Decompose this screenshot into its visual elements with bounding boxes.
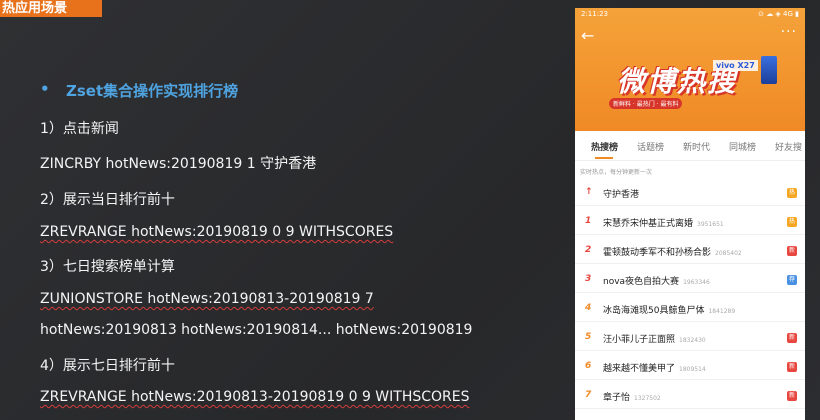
item-count: 2085402 [715, 250, 742, 257]
list-item[interactable]: ↑ 守护香港 热 [575, 181, 805, 206]
item-count: 1832430 [679, 337, 706, 344]
item-count: 1963346 [683, 279, 710, 286]
status-badge: 热 [787, 188, 797, 198]
tab-topics[interactable]: 话题榜 [637, 140, 664, 153]
item-title: nova夜色自拍大赛 1963346 [603, 277, 710, 287]
status-badge: 荐 [787, 275, 797, 285]
bullet-dot-icon: • [40, 80, 50, 98]
command-zincrby: ZINCRBY hotNews:20190819 1 守护香港 [40, 156, 317, 172]
list-subtitle: 实时热点，每分钟更新一次 [580, 169, 653, 176]
item-count: 1809514 [679, 366, 706, 373]
hot-search-banner: 微博热搜 vivo X27 新鲜料 · 最热门 · 最有料 [603, 56, 783, 118]
rank-number: 6 [585, 361, 592, 371]
list-item[interactable]: 1 宋慧乔宋仲基正式离婚 3951651 热 [575, 210, 805, 235]
status-time: 2:11:23 [581, 10, 608, 18]
rank-number: 1 [585, 216, 592, 226]
item-count: 3951651 [697, 221, 724, 228]
phone-header: 2:11:23 ⊙ ☁ ◈ 4G ▮ ← ··· 微博热搜 vivo X27 新… [575, 8, 805, 131]
weibo-hot-search-screenshot: 2:11:23 ⊙ ☁ ◈ 4G ▮ ← ··· 微博热搜 vivo X27 新… [575, 8, 805, 420]
rank-number: 3 [585, 274, 592, 284]
list-item[interactable]: 3 nova夜色自拍大赛 1963346 荐 [575, 268, 805, 293]
item-title: 汪小菲儿子正面照 1832430 [603, 335, 706, 345]
step-4-label: 4）展示七日排行前十 [40, 358, 175, 374]
list-item[interactable]: 6 越来越不懂美甲了 1809514 新 [575, 355, 805, 380]
item-title: 越来越不懂美甲了 1809514 [603, 364, 706, 374]
banner-subtitle: 新鲜料 · 最热门 · 最有料 [609, 98, 683, 109]
phone-product-image [761, 56, 777, 84]
rank-number: 4 [585, 303, 592, 313]
bullet-heading-text: Zset集合操作实现排行榜 [66, 82, 239, 100]
slide-title-tab: 热应用场景 [0, 0, 102, 17]
item-title: 章子怡 1327502 [603, 393, 661, 403]
list-item[interactable]: 7 章子怡 1327502 新 [575, 384, 805, 409]
ranking-tabs: 热搜榜 话题榜 新时代 同城榜 好友搜 [575, 131, 805, 161]
item-count: 1841289 [708, 308, 736, 315]
step-3-label: 3）七日搜索榜单计算 [40, 259, 175, 275]
arrow-left-icon[interactable]: ← [581, 26, 594, 45]
item-count: 1327502 [634, 395, 661, 402]
rank-number: 5 [585, 332, 592, 342]
tab-friends[interactable]: 好友搜 [775, 140, 802, 153]
status-badge: 新 [787, 391, 797, 401]
tab-new-era[interactable]: 新时代 [683, 140, 710, 153]
banner-brand: vivo X27 [713, 60, 758, 71]
item-title: 冰岛海滩现50具鲸鱼尸体 1841289 [603, 306, 736, 316]
command-zunionstore-keys: hotNews:20190813 hotNews:20190814... hot… [40, 322, 473, 338]
status-badge: 热 [787, 217, 797, 227]
status-icons: ⊙ ☁ ◈ 4G ▮ [758, 10, 799, 18]
more-dots-icon[interactable]: ··· [781, 24, 797, 40]
command-zunionstore: ZUNIONSTORE hotNews:20190813-20190819 7 [40, 291, 374, 307]
list-item[interactable]: 4 冰岛海滩现50具鲸鱼尸体 1841289 [575, 297, 805, 322]
status-badge: 新 [787, 246, 797, 256]
status-badge: 新 [787, 362, 797, 372]
tab-hot-search[interactable]: 热搜榜 [591, 140, 618, 153]
rank-number: ↑ [585, 187, 593, 197]
status-bar: 2:11:23 ⊙ ☁ ◈ 4G ▮ [581, 10, 799, 22]
tab-city[interactable]: 同城榜 [729, 140, 756, 153]
item-title: 守护香港 [603, 190, 640, 200]
rank-number: 2 [585, 245, 592, 255]
command-zrevrange-week: ZREVRANGE hotNews:20190813-20190819 0 9 … [40, 389, 470, 405]
item-title: 宋慧乔宋仲基正式离婚 3951651 [603, 219, 724, 229]
list-item[interactable]: 5 汪小菲儿子正面照 1832430 新 [575, 326, 805, 351]
rank-number: 7 [585, 390, 592, 400]
active-tab-indicator [595, 157, 613, 159]
command-zrevrange-day: ZREVRANGE hotNews:20190819 0 9 WITHSCORE… [40, 224, 394, 240]
step-1-label: 1）点击新闻 [40, 121, 119, 137]
status-badge: 新 [787, 333, 797, 343]
list-item[interactable]: 2 霍顿鼓动季军不和孙杨合影 2085402 新 [575, 239, 805, 264]
step-2-label: 2）展示当日排行前十 [40, 192, 175, 208]
item-title: 霍顿鼓动季军不和孙杨合影 2085402 [603, 248, 742, 258]
